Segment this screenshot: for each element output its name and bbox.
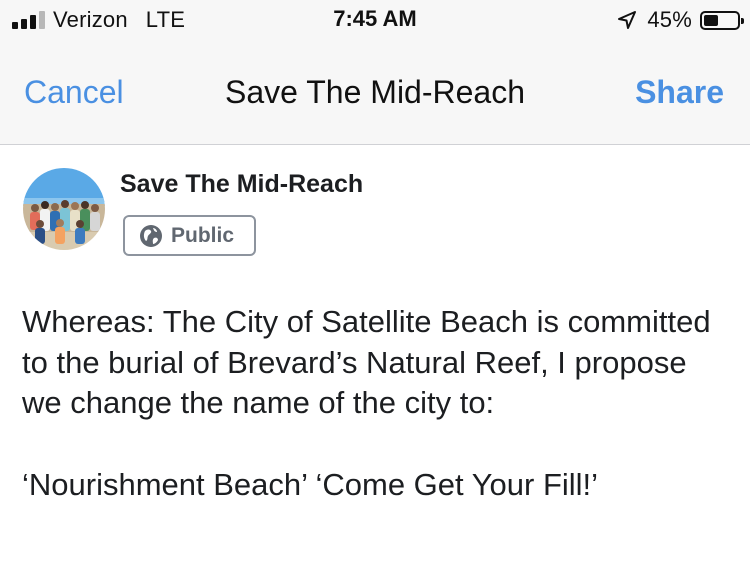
post-paragraph: ‘Nourishment Beach’ ‘Come Get Your Fill!…: [22, 466, 599, 502]
cancel-button[interactable]: Cancel: [24, 74, 124, 111]
location-arrow-icon: [618, 11, 637, 29]
post-paragraph: Whereas: The City of Satellite Beach is …: [22, 304, 711, 420]
status-right: 45%: [617, 7, 744, 33]
status-bar: Verizon LTE 7:45 AM 45%: [0, 0, 750, 40]
globe-icon: [140, 224, 162, 247]
battery-icon: [700, 10, 744, 30]
audience-label: Public: [171, 223, 235, 247]
author-name[interactable]: Save The Mid-Reach: [120, 170, 363, 199]
nav-bar: Cancel Save The Mid-Reach Share: [0, 40, 750, 145]
post-text-field[interactable]: Whereas: The City of Satellite Beach is …: [22, 302, 732, 505]
battery-fill: [704, 14, 718, 26]
audience-selector[interactable]: Public: [123, 215, 256, 256]
share-button[interactable]: Share: [635, 74, 724, 111]
avatar: [23, 168, 105, 250]
battery-percent: 45%: [647, 7, 692, 32]
